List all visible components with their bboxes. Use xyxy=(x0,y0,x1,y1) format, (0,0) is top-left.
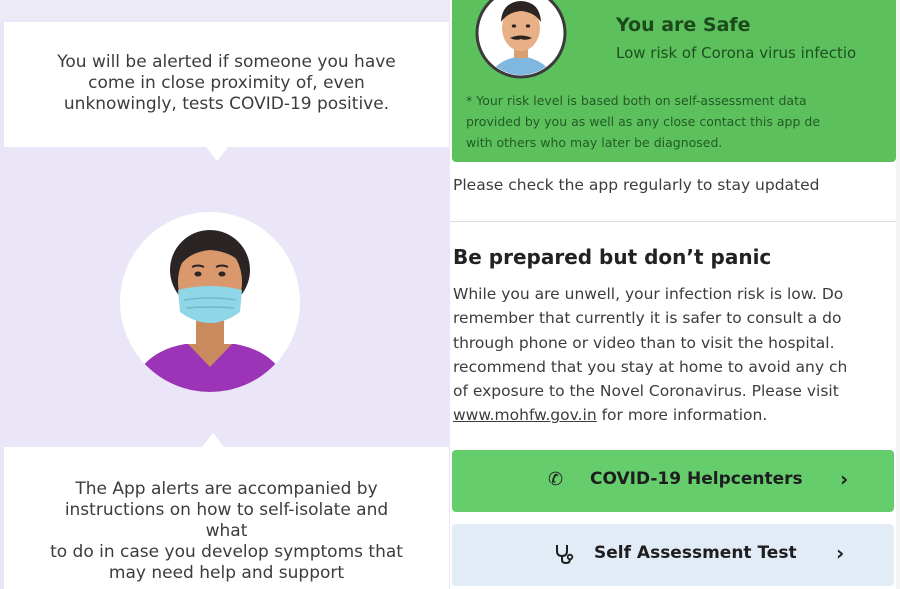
self-test-label: Self Assessment Test xyxy=(594,543,797,563)
risk-note-line: provided by you as well as any close con… xyxy=(466,114,821,129)
bubble1-line: unknowingly, tests COVID-19 positive. xyxy=(63,94,390,114)
bubble2-line: may need help and support xyxy=(108,563,345,583)
bubble1-line: You will be alerted if someone you have xyxy=(57,52,396,72)
proximity-alert-text: You will be alerted if someone you have … xyxy=(4,52,449,115)
prepared-line: remember that currently it is safer to c… xyxy=(453,309,842,328)
safe-status-card: You are Safe Low risk of Corona virus in… xyxy=(452,0,896,162)
masked-woman-icon xyxy=(110,212,310,392)
divider xyxy=(450,221,900,222)
alerts-info-panel: You will be alerted if someone you have … xyxy=(0,0,450,589)
covid-helpcenters-button[interactable]: ✆ COVID-19 Helpcenters › xyxy=(452,450,894,512)
prepared-line: recommend that you stay at home to avoid… xyxy=(453,357,848,376)
phone-icon: ✆ xyxy=(548,469,564,490)
self-isolate-info-text: The App alerts are accompanied by instru… xyxy=(4,479,449,584)
bubble2-line: The App alerts are accompanied by xyxy=(75,479,378,499)
bubble2-line: instructions on how to self-isolate and xyxy=(64,500,389,520)
right-edge xyxy=(896,0,900,589)
self-isolate-info-bubble: The App alerts are accompanied by instru… xyxy=(4,433,449,589)
top-strip xyxy=(0,0,450,20)
prepared-line-last: www.mohfw.gov.in for more information. xyxy=(453,403,847,427)
risk-note-line: * Your risk level is based both on self-… xyxy=(466,93,807,108)
link-suffix-text: for more information. xyxy=(596,406,768,425)
bubble-tail xyxy=(202,433,224,447)
bubble1-line: come in close proximity of, even xyxy=(88,73,365,93)
mohfw-link[interactable]: www.mohfw.gov.in xyxy=(453,406,597,424)
prepared-line: of exposure to the Novel Coronavirus. Pl… xyxy=(453,382,839,401)
chevron-right-icon: › xyxy=(840,467,849,491)
self-assessment-test-button[interactable]: Self Assessment Test › xyxy=(452,524,894,586)
risk-note-line: with others who may later be diagnosed. xyxy=(466,135,723,150)
proximity-alert-bubble: You will be alerted if someone you have … xyxy=(4,22,449,161)
prepared-body-text: While you are unwell, your infection ris… xyxy=(453,282,847,428)
status-title: You are Safe xyxy=(616,14,751,36)
bubble-tail xyxy=(206,147,228,161)
risk-level-note: * Your risk level is based both on self-… xyxy=(466,90,900,153)
bubble2-line: to do in case you develop symptoms that xyxy=(50,542,403,562)
helpcenters-label: COVID-19 Helpcenters xyxy=(590,469,803,489)
status-subtitle: Low risk of Corona virus infectio xyxy=(616,44,857,62)
risk-status-panel: You are Safe Low risk of Corona virus in… xyxy=(450,0,900,589)
prepared-line: While you are unwell, your infection ris… xyxy=(453,285,844,303)
prepared-heading: Be prepared but don’t panic xyxy=(453,245,772,269)
chevron-right-icon: › xyxy=(836,541,845,565)
bubble2-line: what xyxy=(205,521,248,541)
prepared-line: through phone or video than to visit the… xyxy=(453,333,835,352)
check-app-text: Please check the app regularly to stay u… xyxy=(453,176,820,194)
stethoscope-icon xyxy=(554,543,574,570)
man-avatar-icon xyxy=(474,0,568,80)
